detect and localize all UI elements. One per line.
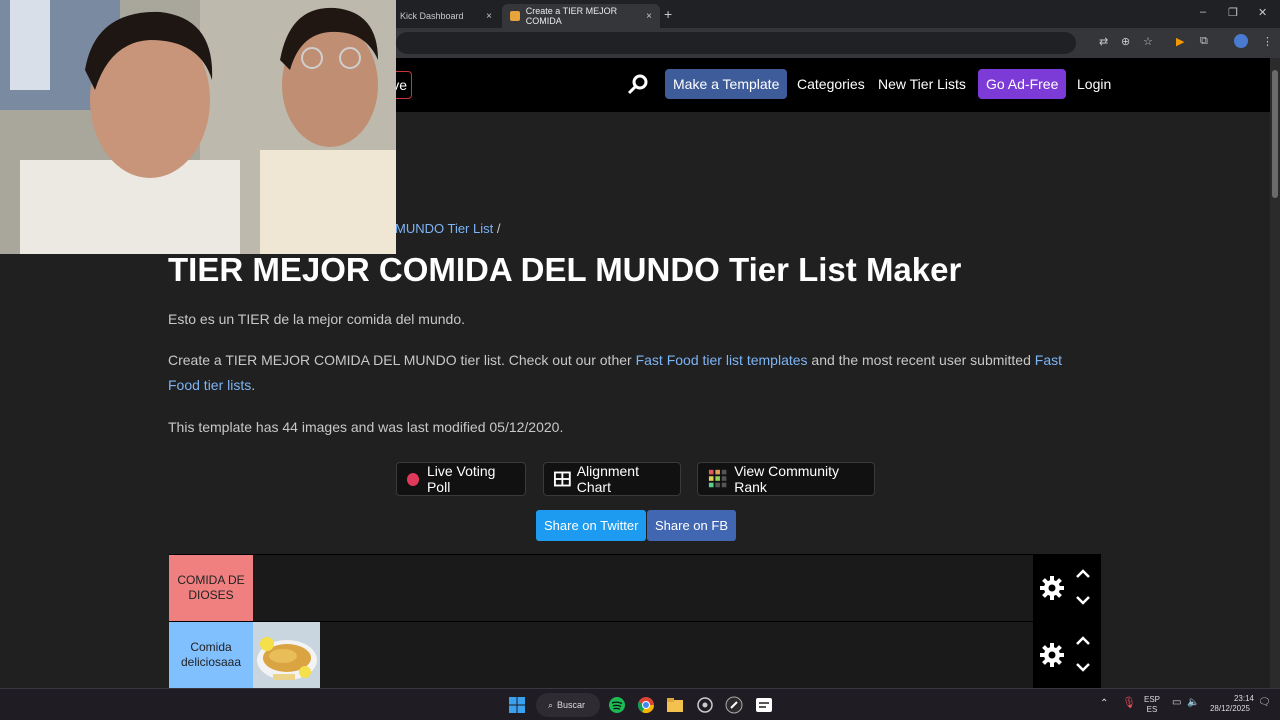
breadcrumb-separator: / xyxy=(496,221,501,236)
chevron-down-icon[interactable] xyxy=(1075,662,1091,672)
search-icon[interactable] xyxy=(626,72,650,96)
chevron-down-icon[interactable] xyxy=(1075,595,1091,605)
minimize-button[interactable]: – xyxy=(1200,6,1206,18)
login-link[interactable]: Login xyxy=(1077,69,1111,99)
chevron-up-icon[interactable] xyxy=(1075,636,1091,646)
gear-icon[interactable] xyxy=(1039,642,1065,668)
clock[interactable]: 23:14 28/12/2025 xyxy=(1206,694,1254,714)
chevron-up-icon[interactable] xyxy=(1075,569,1091,579)
translate-icon[interactable]: ⇄ xyxy=(1099,35,1108,48)
intro-text: and the most recent user submitted xyxy=(807,352,1035,368)
grid-icon xyxy=(554,471,571,487)
tier-row: Comida deliciosaaa xyxy=(169,621,1101,688)
alignment-chart-label: Alignment Chart xyxy=(576,463,639,495)
windows-start-icon[interactable] xyxy=(508,696,526,714)
tab-favicon-icon xyxy=(510,11,520,21)
windows-taskbar: ⌕ Buscar ⌃ 🎙 ESP ES ▭ 🔈 23:14 28/12/2025… xyxy=(0,688,1280,720)
tier-controls xyxy=(1033,622,1101,688)
clock-date: 28/12/2025 xyxy=(1209,704,1251,713)
community-rank-label: View Community Rank xyxy=(734,463,839,495)
template-meta: This template has 44 images and was last… xyxy=(168,419,564,435)
profile-avatar[interactable] xyxy=(1234,34,1248,48)
share-twitter-button[interactable]: Share on Twitter xyxy=(536,510,647,541)
new-tab-button[interactable]: + xyxy=(664,6,672,22)
chrome-icon[interactable] xyxy=(637,696,655,714)
page-scrollbar[interactable] xyxy=(1270,58,1280,688)
intro-text: . xyxy=(251,377,256,393)
breadcrumb-link[interactable]: MUNDO Tier List xyxy=(395,221,493,236)
scrollbar-thumb[interactable] xyxy=(1272,70,1278,198)
maximize-button[interactable]: ❐ xyxy=(1228,6,1238,19)
tab-kick-dashboard[interactable]: Kick Dashboard × xyxy=(392,4,500,28)
make-template-button[interactable]: Make a Template xyxy=(665,69,788,99)
fast-food-templates-link[interactable]: Fast Food tier list templates xyxy=(636,352,808,368)
search-icon: ⌕ xyxy=(548,699,554,710)
categories-link[interactable]: Categories xyxy=(797,69,865,99)
webcam-overlay xyxy=(0,0,396,254)
close-window-button[interactable]: ✕ xyxy=(1258,6,1267,19)
intro-paragraph: Create a TIER MEJOR COMIDA DEL MUNDO tie… xyxy=(168,348,1088,398)
spotify-icon[interactable] xyxy=(608,696,626,714)
tier-label[interactable]: COMIDA DE DIOSES xyxy=(169,555,253,621)
tab-close-icon[interactable]: × xyxy=(646,11,652,22)
live-voting-button[interactable]: Live Voting Poll xyxy=(396,462,526,496)
app-icon[interactable] xyxy=(755,696,773,714)
app-icon[interactable] xyxy=(696,696,714,714)
tab-label: Create a TIER MEJOR COMIDA xyxy=(525,6,618,26)
tier-controls xyxy=(1033,555,1101,621)
notification-icon[interactable]: 🗨 xyxy=(1258,698,1271,708)
extension-play-icon[interactable]: ▶ xyxy=(1176,35,1184,48)
tier-grid-icon xyxy=(708,469,727,488)
taskbar-search[interactable]: ⌕ Buscar xyxy=(536,693,600,717)
go-ad-free-button[interactable]: Go Ad-Free xyxy=(978,69,1067,99)
clock-time: 23:14 xyxy=(1233,694,1254,703)
tray-chevron-up-icon[interactable]: ⌃ xyxy=(1100,699,1108,709)
gear-icon[interactable] xyxy=(1039,575,1065,601)
tier-label[interactable]: Comida deliciosaaa xyxy=(169,622,253,688)
alignment-chart-button[interactable]: Alignment Chart xyxy=(543,462,681,496)
new-tier-lists-link[interactable]: New Tier Lists xyxy=(878,69,966,99)
record-dot-icon xyxy=(407,472,419,486)
star-bookmark-icon[interactable]: ☆ xyxy=(1143,35,1153,48)
lang-top: ESP xyxy=(1143,695,1160,704)
lang-bottom: ES xyxy=(1146,705,1158,714)
language-indicator[interactable]: ESP ES xyxy=(1142,695,1162,715)
community-rank-button[interactable]: View Community Rank xyxy=(697,462,875,496)
template-description: Esto es un TIER de la mejor comida del m… xyxy=(168,311,466,327)
tab-close-icon[interactable]: × xyxy=(486,11,492,22)
microphone-icon[interactable]: 🎙 xyxy=(1122,698,1136,709)
tier-row: COMIDA DE DIOSES xyxy=(169,554,1101,621)
file-explorer-icon[interactable] xyxy=(666,696,684,714)
network-icon[interactable]: ▭ xyxy=(1172,698,1181,708)
address-bar[interactable] xyxy=(396,32,1076,54)
volume-icon[interactable]: 🔈 xyxy=(1187,698,1199,708)
tab-label: Kick Dashboard xyxy=(400,11,464,21)
tab-create-tier[interactable]: Create a TIER MEJOR COMIDA × xyxy=(502,4,660,28)
search-label: Buscar xyxy=(557,700,586,710)
extensions-puzzle-icon[interactable]: ⧉ xyxy=(1200,35,1208,48)
menu-kebab-icon[interactable]: ⋮ xyxy=(1262,35,1273,48)
intro-text: Create a TIER MEJOR COMIDA DEL MUNDO tie… xyxy=(168,352,636,368)
page-title: TIER MEJOR COMIDA DEL MUNDO Tier List Ma… xyxy=(168,251,962,288)
food-item-image[interactable] xyxy=(253,622,320,688)
share-facebook-button[interactable]: Share on FB xyxy=(647,510,736,541)
live-voting-label: Live Voting Poll xyxy=(426,463,496,495)
zoom-icon[interactable]: ⊕ xyxy=(1121,35,1130,48)
app-icon[interactable] xyxy=(725,696,743,714)
breadcrumb: MUNDO Tier List / xyxy=(395,221,500,236)
